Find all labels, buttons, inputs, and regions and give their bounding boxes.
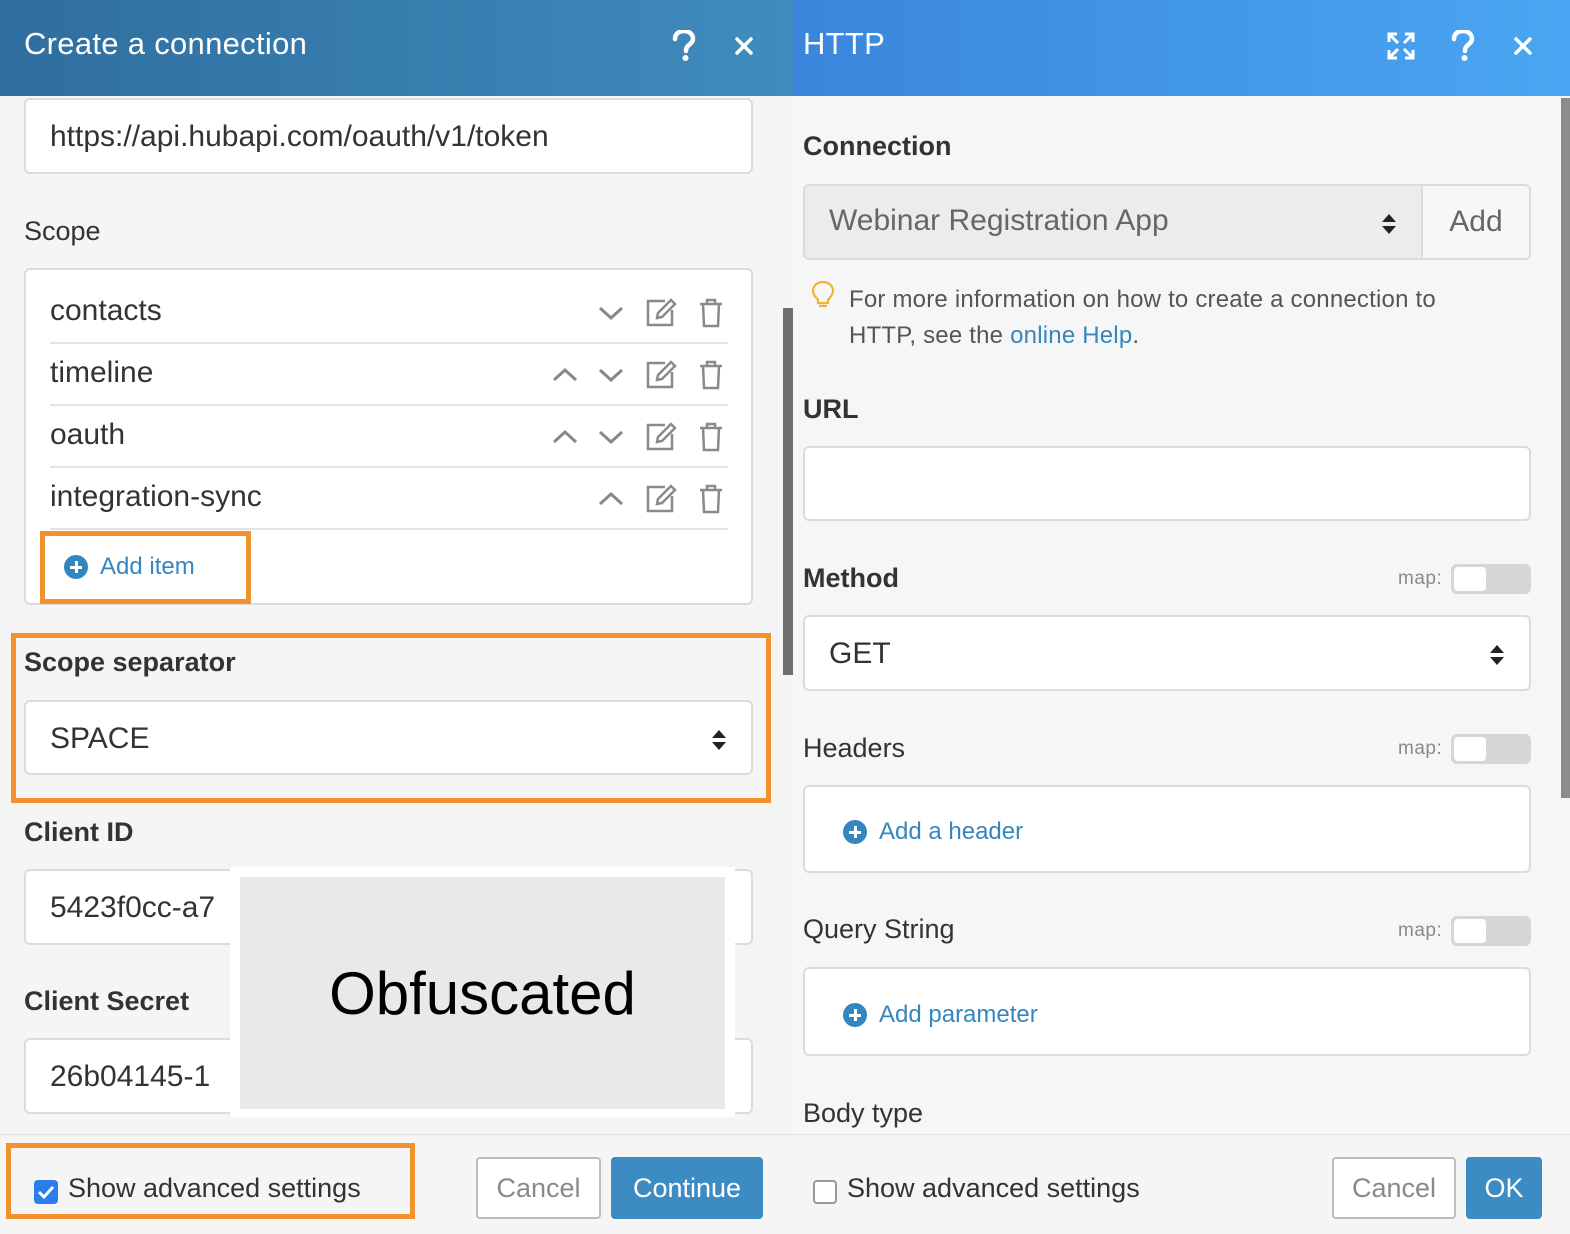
lightbulb-icon: [811, 280, 835, 315]
scope-separator-select[interactable]: SPACE: [24, 700, 753, 775]
headers-map-label: map:: [1398, 738, 1443, 759]
dialog-title: Create a connection: [24, 26, 308, 61]
select-arrows-icon: [1382, 214, 1396, 234]
client-id-value: 5423f0cc-a7: [50, 891, 216, 924]
scope-item-integration-sync: integration-sync: [50, 468, 728, 530]
query-map-label: map:: [1398, 920, 1443, 941]
show-advanced-checkbox[interactable]: [34, 1180, 58, 1204]
query-string-label: Query String: [803, 914, 955, 944]
edit-icon[interactable]: [644, 296, 678, 330]
add-item-label: Add item: [100, 553, 195, 580]
cancel-button[interactable]: Cancel: [476, 1157, 601, 1219]
select-arrows-icon: [712, 730, 726, 750]
cancel-button[interactable]: Cancel: [1332, 1157, 1456, 1219]
online-help-link[interactable]: online Help: [1010, 322, 1132, 349]
add-header-label: Add a header: [879, 818, 1024, 845]
headers-list: Add a header: [803, 785, 1531, 873]
method-select[interactable]: GET: [803, 615, 1531, 691]
edit-icon[interactable]: [644, 420, 678, 454]
url-input[interactable]: [803, 446, 1531, 521]
obfuscated-text: Obfuscated: [240, 877, 725, 1109]
scope-item-timeline: timeline: [50, 344, 728, 406]
add-connection-button[interactable]: Add: [1421, 184, 1531, 260]
dialog-footer: Show advanced settings Cancel Continue: [0, 1134, 793, 1234]
close-icon[interactable]: [724, 24, 764, 68]
chevron-up-icon[interactable]: [548, 358, 582, 392]
client-secret-value: 26b04145-1: [50, 1060, 211, 1093]
help-text-line1: For more information on how to create a …: [849, 286, 1436, 313]
select-arrows-icon: [1490, 645, 1504, 665]
scope-item-label: timeline: [50, 356, 154, 389]
edit-icon[interactable]: [644, 482, 678, 516]
scope-item-label: integration-sync: [50, 480, 262, 513]
connection-select[interactable]: Webinar Registration App: [803, 184, 1423, 260]
show-advanced-label[interactable]: Show advanced settings: [847, 1173, 1140, 1204]
token-url-field[interactable]: https://api.hubapi.com/oauth/v1/token: [24, 98, 753, 174]
chevron-up-icon[interactable]: [548, 420, 582, 454]
query-string-list: Add parameter: [803, 967, 1531, 1056]
chevron-down-icon[interactable]: [594, 358, 628, 392]
scope-item-contacts: contacts: [50, 282, 728, 344]
ok-button[interactable]: OK: [1466, 1157, 1542, 1219]
client-secret-label: Client Secret: [24, 986, 190, 1016]
create-connection-dialog: Create a connection https://api.hubapi.c…: [0, 0, 793, 1234]
expand-icon[interactable]: [1381, 24, 1421, 68]
add-item-button[interactable]: Add item: [64, 553, 195, 581]
scrollbar-thumb[interactable]: [1561, 98, 1570, 798]
method-map-toggle[interactable]: [1451, 564, 1531, 594]
edit-icon[interactable]: [644, 358, 678, 392]
scope-item-label: oauth: [50, 418, 126, 451]
body-type-label: Body type: [803, 1098, 924, 1128]
chevron-down-icon[interactable]: [594, 296, 628, 330]
scope-list: contacts timeline oauth integration-sync: [24, 268, 753, 605]
plus-circle-icon: [843, 1003, 867, 1027]
add-parameter-label: Add parameter: [879, 1001, 1038, 1028]
dialog-header: Create a connection: [0, 0, 793, 96]
add-header-button[interactable]: Add a header: [843, 818, 1023, 846]
plus-circle-icon: [843, 820, 867, 844]
method-map-label: map:: [1398, 568, 1443, 589]
scope-label: Scope: [24, 216, 101, 246]
add-parameter-button[interactable]: Add parameter: [843, 1001, 1038, 1029]
dialog-footer: Show advanced settings Cancel OK: [793, 1134, 1570, 1234]
help-text-line2: HTTP, see the: [849, 322, 1011, 349]
scope-item-label: contacts: [50, 294, 162, 327]
method-value: GET: [829, 637, 891, 670]
token-url-value: https://api.hubapi.com/oauth/v1/token: [50, 120, 549, 153]
checkbox-icon: [37, 1185, 55, 1200]
help-text: For more information on how to create a …: [849, 282, 1529, 354]
plus-circle-icon: [64, 555, 88, 579]
headers-label: Headers: [803, 733, 906, 763]
trash-icon[interactable]: [694, 296, 728, 330]
trash-icon[interactable]: [694, 358, 728, 392]
method-label: Method: [803, 563, 899, 593]
help-icon[interactable]: [1443, 24, 1483, 68]
obfuscation-overlay: Obfuscated: [230, 867, 735, 1117]
continue-button[interactable]: Continue: [611, 1157, 763, 1219]
dialog-title: HTTP: [803, 26, 886, 61]
headers-map-toggle[interactable]: [1451, 734, 1531, 764]
connection-label: Connection: [803, 131, 952, 161]
trash-icon[interactable]: [694, 482, 728, 516]
connection-value: Webinar Registration App: [829, 204, 1169, 237]
show-advanced-checkbox[interactable]: [813, 1180, 837, 1204]
help-text-suffix: .: [1132, 322, 1140, 349]
trash-icon[interactable]: [694, 420, 728, 454]
url-label: URL: [803, 394, 859, 424]
scope-separator-value: SPACE: [50, 722, 150, 755]
client-id-label: Client ID: [24, 817, 134, 847]
close-icon[interactable]: [1503, 24, 1543, 68]
show-advanced-label[interactable]: Show advanced settings: [68, 1173, 361, 1204]
chevron-up-icon[interactable]: [594, 482, 628, 516]
scrollbar-thumb[interactable]: [783, 308, 793, 675]
dialog-header: HTTP: [793, 0, 1570, 96]
chevron-down-icon[interactable]: [594, 420, 628, 454]
help-icon[interactable]: [664, 24, 704, 68]
scope-separator-label: Scope separator: [24, 647, 236, 677]
query-map-toggle[interactable]: [1451, 916, 1531, 946]
scope-item-oauth: oauth: [50, 406, 728, 468]
http-module-dialog: HTTP Connection Webinar Registration App…: [793, 0, 1570, 1234]
